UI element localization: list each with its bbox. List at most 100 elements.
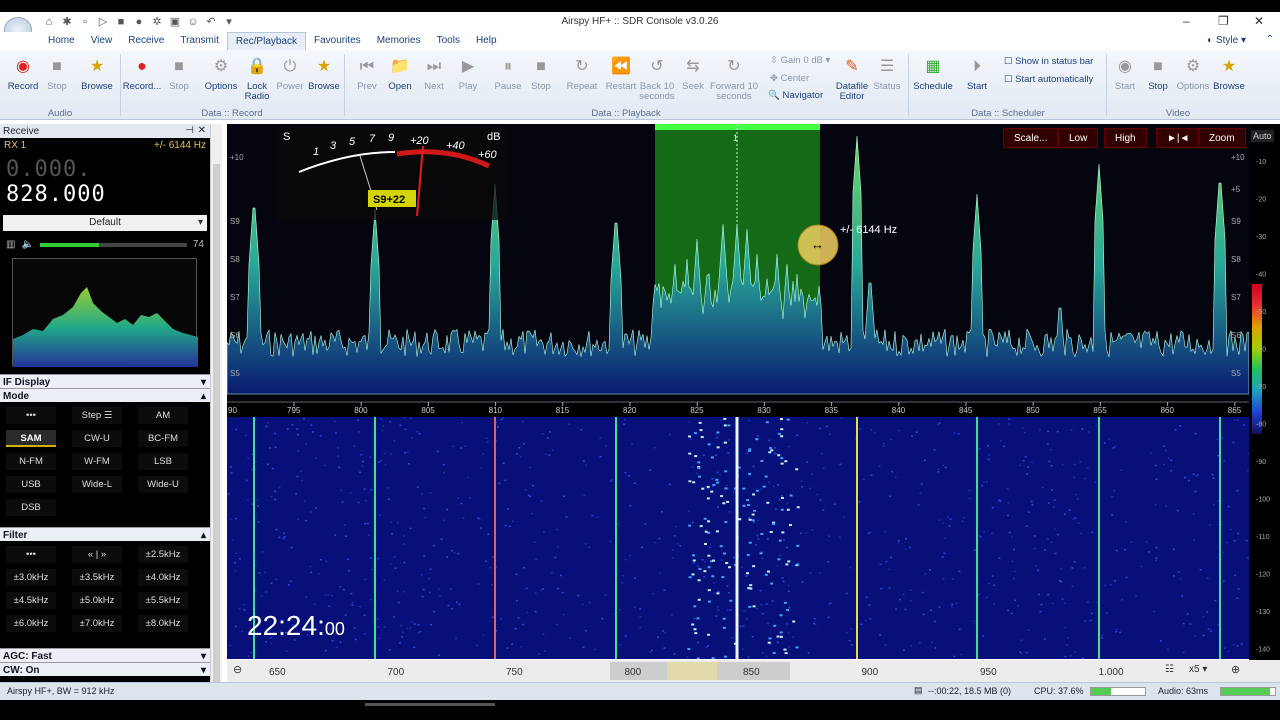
filter-button[interactable]: ±5.5kHz xyxy=(138,592,188,609)
waterfall-speckle xyxy=(429,591,432,594)
speaker-icon[interactable]: 🔈 xyxy=(21,239,33,250)
data-options-button[interactable]: ⚙ Options xyxy=(201,56,241,92)
waterfall-speckle xyxy=(785,546,788,549)
video-options-button[interactable]: ⚙ Options xyxy=(1173,56,1213,92)
scale-button[interactable]: Scale... xyxy=(1003,128,1059,148)
mode-button[interactable]: ••• xyxy=(6,407,56,424)
frequency-display[interactable]: 0.000. 828.000 xyxy=(0,153,210,211)
playback-stop-button[interactable]: ■ Stop xyxy=(521,56,561,92)
center-button[interactable]: ✥ Center xyxy=(770,74,830,84)
tab-favourites[interactable]: Favourites xyxy=(306,32,369,50)
waterfall-signal xyxy=(692,481,696,484)
mode-button[interactable]: Wide-L xyxy=(72,476,122,493)
audio-browse-button[interactable]: ★ Browse xyxy=(77,56,117,92)
preset-dropdown[interactable]: Default ▾ xyxy=(3,215,207,231)
mode-button[interactable]: USB xyxy=(6,476,56,493)
waterfall-speckle xyxy=(1216,438,1219,441)
s-scale-label: S8 xyxy=(1231,255,1241,264)
filter-button[interactable]: ±2.5kHz xyxy=(138,546,188,563)
filter-button[interactable]: ±4.0kHz xyxy=(138,569,188,586)
status-button[interactable]: ☰ Status xyxy=(867,56,907,92)
mode-button[interactable]: LSB xyxy=(138,453,188,470)
mode-button[interactable]: AM xyxy=(138,407,188,424)
datafile-editor-button[interactable]: ✎ Datafile Editor xyxy=(832,56,872,102)
zoom-factor[interactable]: x5 ▾ xyxy=(1189,664,1207,675)
low-button[interactable]: Low xyxy=(1058,128,1099,148)
minimize-icon[interactable]: – xyxy=(1183,14,1190,28)
video-browse-button[interactable]: ★ Browse xyxy=(1209,56,1249,92)
filter-button[interactable]: ••• xyxy=(6,546,56,563)
start-automatically-checkbox[interactable]: ☐ Start automatically xyxy=(1004,74,1093,85)
filter-button[interactable]: « | » xyxy=(72,546,122,563)
data-browse-button[interactable]: ★ Browse xyxy=(304,56,344,92)
video-stop-button[interactable]: ■ Stop xyxy=(1138,56,1178,92)
mode-section[interactable]: Mode ▴ xyxy=(0,388,210,402)
filter-button[interactable]: ±7.0kHz xyxy=(72,615,122,632)
waterfall-speckle xyxy=(776,565,779,567)
scheduler-start-button[interactable]: ⏵ Start xyxy=(957,56,997,92)
mode-button[interactable]: Wide-U xyxy=(138,476,188,493)
tab-help[interactable]: Help xyxy=(468,32,505,50)
show-in-status-bar-checkbox[interactable]: ☐ Show in status bar xyxy=(1004,56,1093,67)
high-button[interactable]: High xyxy=(1104,128,1147,148)
collapse-ribbon-icon[interactable]: ⌃ xyxy=(1266,34,1274,45)
waterfall-speckle xyxy=(303,500,306,502)
waterfall-speckle xyxy=(314,507,317,509)
spectrum-graph[interactable]: S dB 1 3 5 7 9 +20 +40 +60 S9+22 1 ↔ +/-… xyxy=(227,124,1249,401)
mode-button[interactable]: N-FM xyxy=(6,453,56,470)
gain-dropdown[interactable]: ⇳ Gain 0 dB ▾ xyxy=(770,56,840,66)
scroll-right-icon[interactable]: ⊕ xyxy=(1231,663,1240,676)
waterfall-speckle xyxy=(664,632,667,634)
mode-button[interactable]: DSB xyxy=(6,499,56,516)
tab-view[interactable]: View xyxy=(83,32,121,50)
left-panel-scrollbar[interactable] xyxy=(210,124,222,684)
filter-button[interactable]: ±3.0kHz xyxy=(6,569,56,586)
filter-button[interactable]: ±6.0kHz xyxy=(6,615,56,632)
mode-button[interactable]: W-FM xyxy=(72,453,122,470)
restart-button[interactable]: ⏪ Restart xyxy=(601,56,641,92)
pin-icon[interactable]: ⊣ xyxy=(185,125,194,136)
tab-home[interactable]: Home xyxy=(40,32,83,50)
mode-button[interactable]: SAM xyxy=(6,430,56,447)
waterfall-color-scale[interactable]: Auto -10 -20 -30 -40 -50 -60 -70 -80 -90 -100 -110… xyxy=(1249,124,1280,660)
filter-button[interactable]: ±3.5kHz xyxy=(72,569,122,586)
forward-10-button[interactable]: ↻ Forward 10 seconds xyxy=(707,56,761,102)
navigator-button[interactable]: 🔍 Navigator xyxy=(768,91,832,101)
filter-button[interactable]: ±5.0kHz xyxy=(72,592,122,609)
tab-memories[interactable]: Memories xyxy=(369,32,429,50)
tab-tools[interactable]: Tools xyxy=(429,32,468,50)
data-record-button[interactable]: ● Record... xyxy=(122,56,162,92)
volume-slider[interactable] xyxy=(39,242,187,247)
equalizer-icon[interactable]: ▥ xyxy=(6,239,15,250)
spectrum-display[interactable]: S dB 1 3 5 7 9 +20 +40 +60 S9+22 1 ↔ +/-… xyxy=(227,124,1249,401)
mode-button[interactable]: CW-U xyxy=(72,430,122,447)
mode-button[interactable]: Step ☰ xyxy=(72,407,122,424)
filter-button[interactable]: ±4.5kHz xyxy=(6,592,56,609)
back-10-button[interactable]: ↺ Back 10 seconds xyxy=(637,56,677,102)
play-button[interactable]: ▶ Play xyxy=(448,56,488,92)
frequency-axis[interactable]: 795 800 805 810 815 820 825 830 835 840 845 850 855 8… xyxy=(227,401,1249,417)
audio-stop-button[interactable]: ■ Stop xyxy=(37,56,77,92)
tab-transmit[interactable]: Transmit xyxy=(172,32,227,50)
filter-button[interactable]: ±8.0kHz xyxy=(138,615,188,632)
time-axis[interactable]: ⊖ 650 700 750 800 850 900 950 1.000 ☷ x5 ▾ ⊕ xyxy=(227,660,1280,682)
repeat-button[interactable]: ↻ Repeat xyxy=(562,56,602,92)
agc-section[interactable]: AGC: Fast ▾ xyxy=(0,648,210,662)
schedule-button[interactable]: ▦ Schedule xyxy=(912,56,954,92)
tab-rec-playback[interactable]: Rec/Playback xyxy=(226,32,306,50)
mode-button[interactable]: BC-FM xyxy=(138,430,188,447)
data-stop-button[interactable]: ■ Stop xyxy=(159,56,199,92)
panel-close-icon[interactable]: ✕ xyxy=(198,125,206,136)
tab-receive[interactable]: Receive xyxy=(120,32,172,50)
close-icon[interactable]: ✕ xyxy=(1254,14,1264,28)
if-display-section[interactable]: IF Display ▾ xyxy=(0,374,210,388)
waterfall-display[interactable] xyxy=(227,417,1249,659)
center-toggle-button[interactable]: ►|◄ xyxy=(1156,128,1201,148)
waterfall-speckle xyxy=(1222,580,1225,582)
filter-section[interactable]: Filter ▴ xyxy=(0,527,210,541)
zoom-button[interactable]: Zoom xyxy=(1198,128,1246,148)
maximize-icon[interactable]: ❐ xyxy=(1218,14,1229,28)
style-menu[interactable]: ◐ Style ▾ xyxy=(1207,35,1246,46)
cw-section[interactable]: CW: On ▾ xyxy=(0,662,210,676)
list-icon[interactable]: ☷ xyxy=(1165,664,1174,675)
